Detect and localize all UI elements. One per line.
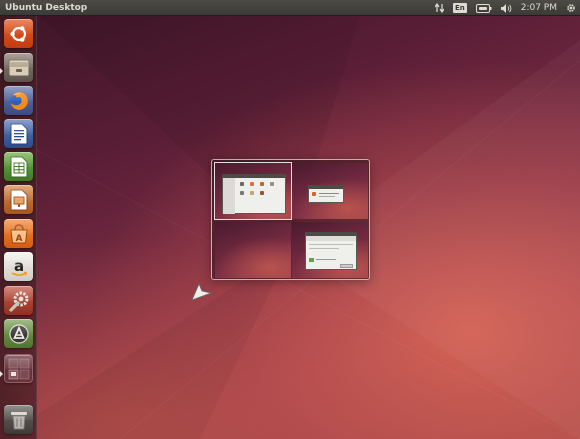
- launcher-item-libreoffice-calc[interactable]: [4, 152, 33, 181]
- mouse-pointer-icon: [191, 283, 213, 301]
- keyboard-layout-indicator[interactable]: En: [452, 0, 467, 16]
- workspace-switcher-overlay: [211, 159, 370, 280]
- trash-icon: [10, 411, 27, 429]
- battery-icon[interactable]: [475, 0, 492, 16]
- launcher-item-system-settings[interactable]: [4, 286, 33, 315]
- svg-text:a: a: [13, 257, 23, 275]
- file-manager-thumbnail: [222, 174, 286, 214]
- launcher-item-libreoffice-impress[interactable]: [4, 185, 33, 214]
- dialog-thumbnail: [308, 185, 344, 203]
- workspace-1[interactable]: [214, 162, 292, 220]
- calc-spreadsheet-icon: [10, 156, 27, 177]
- launcher-item-files[interactable]: [4, 53, 33, 82]
- workspace-4[interactable]: [292, 222, 368, 278]
- launcher-item-software-updater[interactable]: [4, 319, 33, 348]
- workspace-2[interactable]: [292, 163, 368, 219]
- launcher-item-firefox[interactable]: [4, 86, 33, 115]
- firefox-icon: [9, 91, 28, 110]
- updater-icon: [8, 323, 29, 344]
- settings-wrench-icon: [8, 291, 28, 312]
- clock[interactable]: 2:07 PM: [521, 0, 557, 16]
- software-center-icon: A: [9, 223, 28, 244]
- launcher-item-ubuntu-software-center[interactable]: A: [4, 219, 33, 248]
- keyboard-layout-label: En: [452, 3, 467, 13]
- workspace-switcher-icon: [8, 358, 29, 379]
- launcher-item-amazon[interactable]: a: [4, 252, 33, 281]
- launcher: A a: [0, 16, 37, 439]
- top-panel: Ubuntu Desktop En 2:07 PM: [0, 0, 580, 16]
- indicator-area: En 2:07 PM: [434, 0, 576, 16]
- ubuntu-logo-icon: [9, 25, 26, 42]
- launcher-item-dash-home[interactable]: [4, 19, 33, 48]
- workspace-3[interactable]: [215, 222, 291, 278]
- volume-icon[interactable]: [500, 0, 512, 16]
- gear-icon[interactable]: [566, 0, 576, 16]
- launcher-item-trash[interactable]: [4, 405, 33, 434]
- svg-text:A: A: [15, 234, 22, 244]
- writer-document-icon: [10, 123, 27, 144]
- running-indicator: [0, 68, 3, 74]
- network-updown-icon[interactable]: [434, 0, 444, 16]
- running-indicator: [0, 371, 3, 377]
- impress-presentation-icon: [10, 189, 27, 210]
- launcher-item-workspace-switcher[interactable]: [4, 354, 33, 383]
- software-window-thumbnail: [305, 232, 357, 270]
- amazon-icon: a: [11, 257, 27, 276]
- launcher-item-libreoffice-writer[interactable]: [4, 119, 33, 148]
- file-cabinet-icon: [8, 59, 29, 76]
- window-title: Ubuntu Desktop: [5, 2, 88, 13]
